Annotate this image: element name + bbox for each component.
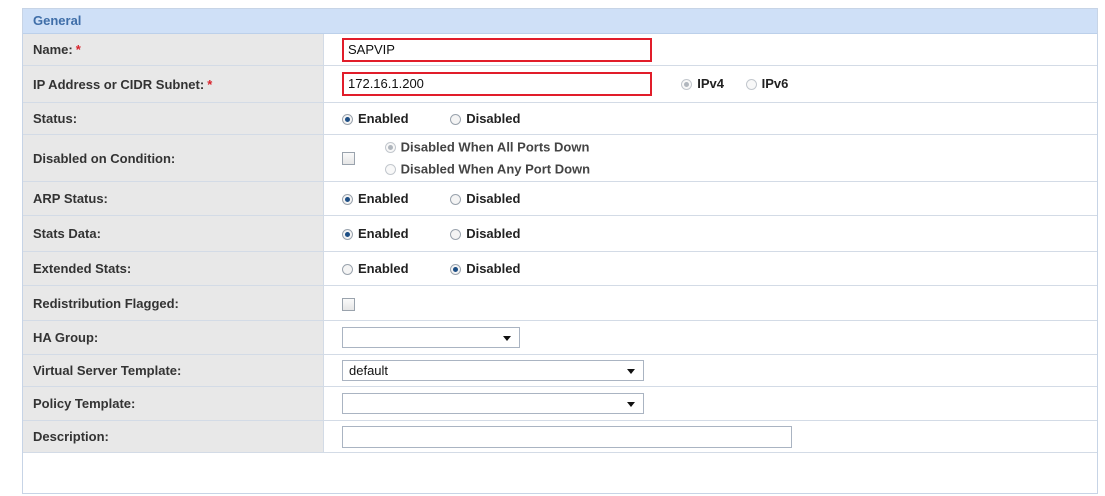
arp-enabled-radio[interactable]: Enabled [342, 190, 409, 207]
stats-disabled-radio[interactable]: Disabled [450, 225, 520, 242]
radio-icon [450, 113, 462, 125]
extended-stats-label: Extended Stats: [23, 251, 324, 286]
row-ha-group: HA Group: [23, 320, 1097, 355]
extended-disabled-radio[interactable]: Disabled [450, 260, 520, 277]
stats-data-label: Stats Data: [23, 215, 324, 252]
row-policy-template: Policy Template: [23, 386, 1097, 421]
row-extended-stats: Extended Stats: Enabled Disabled [23, 251, 1097, 286]
radio-icon [342, 193, 353, 205]
redistribution-label: Redistribution Flagged: [23, 285, 324, 321]
radio-icon [342, 113, 353, 125]
policy-template-select[interactable] [342, 393, 644, 414]
ipv4-radio[interactable]: IPv4 [681, 75, 724, 92]
ha-group-select[interactable] [342, 327, 520, 348]
condition-options: Disabled When All Ports Down Disabled Wh… [384, 136, 590, 180]
general-panel: General Name: * SAPVIP IP Address or CIDR… [22, 8, 1098, 494]
arp-status-label: ARP Status: [23, 181, 324, 216]
radio-icon [384, 164, 396, 176]
form-table: Name: * SAPVIP IP Address or CIDR Subnet:… [23, 34, 1097, 453]
name-label: Name: [33, 42, 73, 57]
required-marker: * [75, 42, 81, 57]
disabled-condition-label: Disabled on Condition: [23, 134, 324, 182]
row-name: Name: * SAPVIP [23, 34, 1097, 66]
row-arp-status: ARP Status: Enabled Disabled [23, 181, 1097, 216]
stats-enabled-radio[interactable]: Enabled [342, 225, 409, 242]
chevron-down-icon [503, 336, 511, 341]
status-label: Status: [23, 102, 324, 135]
radio-icon [450, 193, 462, 205]
any-port-down-radio[interactable]: Disabled When Any Port Down [384, 158, 590, 180]
chevron-down-icon [627, 369, 635, 374]
radio-icon [681, 78, 693, 90]
ip-label: IP Address or CIDR Subnet: [33, 76, 205, 92]
radio-icon [342, 263, 353, 275]
arp-disabled-radio[interactable]: Disabled [450, 190, 520, 207]
required-marker: * [207, 76, 213, 92]
chevron-down-icon [627, 402, 635, 407]
row-disabled-condition: Disabled on Condition: Disabled When All… [23, 134, 1097, 182]
extended-enabled-radio[interactable]: Enabled [342, 260, 409, 277]
radio-icon [450, 228, 462, 240]
description-label: Description: [23, 420, 324, 453]
status-disabled-radio[interactable]: Disabled [450, 110, 520, 127]
ha-group-label: HA Group: [23, 320, 324, 355]
description-input[interactable] [342, 425, 792, 448]
row-description: Description: [23, 420, 1097, 453]
all-ports-down-radio[interactable]: Disabled When All Ports Down [384, 136, 590, 158]
redistribution-checkbox[interactable] [342, 297, 355, 311]
disabled-condition-checkbox[interactable] [342, 151, 355, 165]
status-enabled-radio[interactable]: Enabled [342, 110, 409, 127]
row-status: Status: Enabled Disabled [23, 102, 1097, 135]
section-header: General [23, 9, 1097, 34]
radio-icon [450, 263, 462, 275]
vs-template-select[interactable]: default [342, 360, 644, 381]
row-redistribution: Redistribution Flagged: [23, 285, 1097, 321]
row-vs-template: Virtual Server Template: default [23, 354, 1097, 387]
radio-icon [384, 142, 396, 154]
row-ip: IP Address or CIDR Subnet: * 172.16.1.200… [23, 65, 1097, 103]
radio-icon [342, 228, 353, 240]
ipv6-radio[interactable]: IPv6 [745, 75, 788, 92]
row-stats-data: Stats Data: Enabled Disabled [23, 215, 1097, 252]
radio-icon [745, 78, 757, 90]
name-input[interactable]: SAPVIP [342, 37, 652, 62]
vs-template-label: Virtual Server Template: [23, 354, 324, 387]
ip-address-input[interactable]: 172.16.1.200 [342, 72, 652, 96]
policy-template-label: Policy Template: [23, 386, 324, 421]
